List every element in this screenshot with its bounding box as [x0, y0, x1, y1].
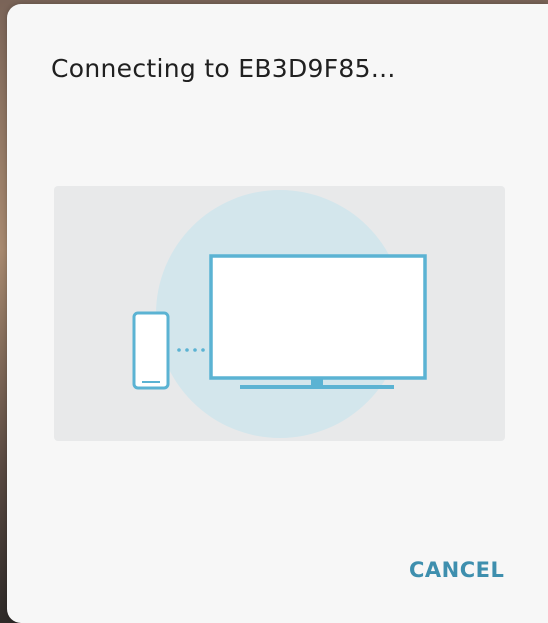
- cancel-button[interactable]: CANCEL: [399, 552, 514, 588]
- dialog-title: Connecting to EB3D9F85...: [51, 54, 396, 83]
- connection-illustration: [54, 186, 505, 441]
- tv-icon: [209, 254, 427, 389]
- phone-icon: [132, 311, 170, 390]
- illustration-graphic: [132, 190, 427, 438]
- connecting-dialog: Connecting to EB3D9F85... CANCEL: [7, 4, 548, 623]
